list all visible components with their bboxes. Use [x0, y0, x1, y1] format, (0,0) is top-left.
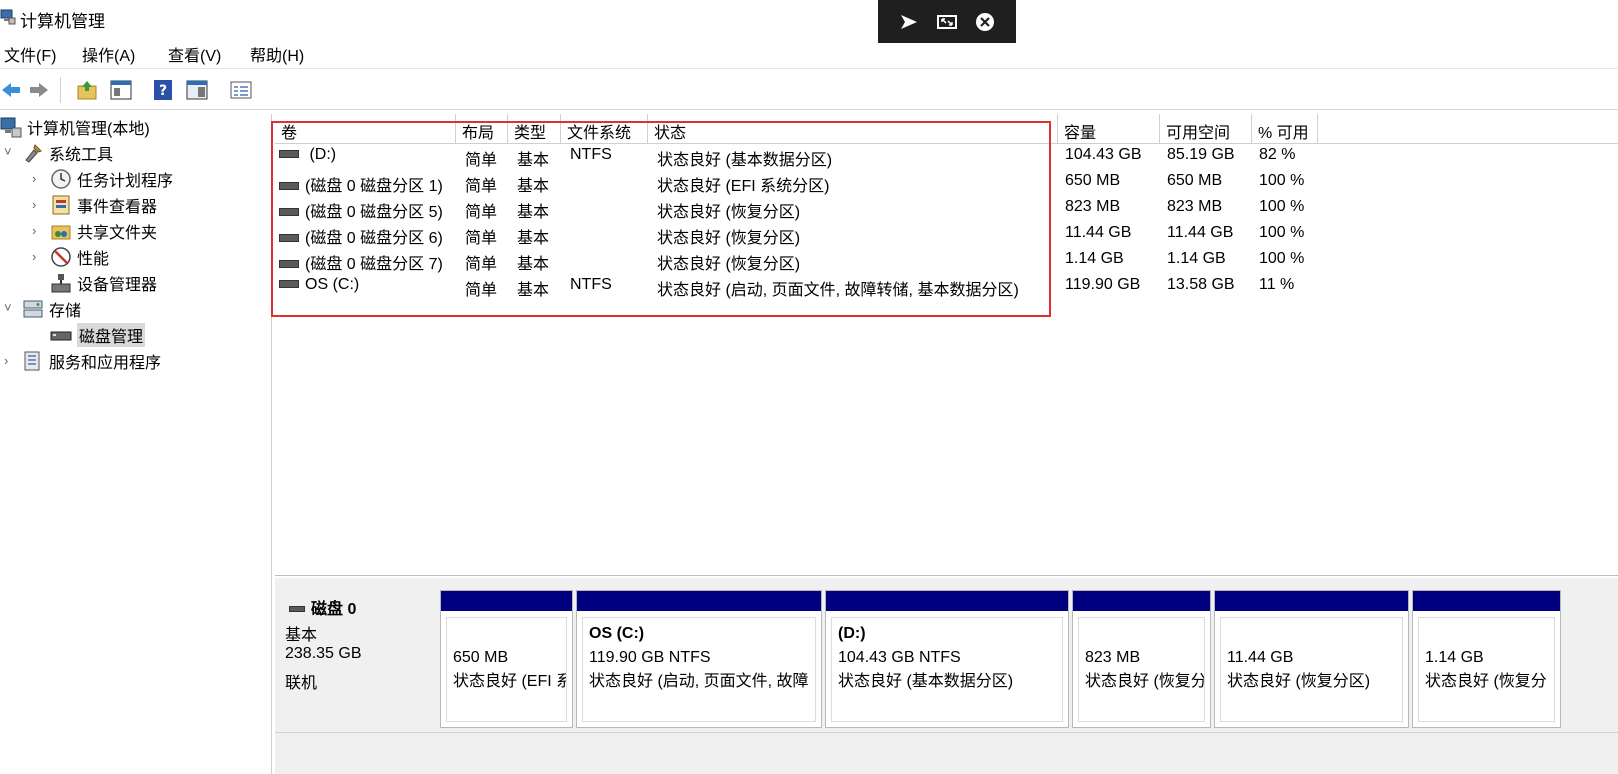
tree-item-task-scheduler[interactable]: 任务计划程序	[50, 166, 173, 192]
column-header-filesystem[interactable]: 文件系统	[561, 114, 648, 144]
table-row[interactable]: (磁盘 0 磁盘分区 6) 简单 基本 状态良好 (恢复分区) 11.44 GB…	[275, 224, 1318, 250]
device-manager-icon	[51, 274, 71, 293]
drive-icon	[279, 259, 299, 268]
drive-icon	[279, 149, 299, 158]
table-row[interactable]: (磁盘 0 磁盘分区 7) 简单 基本 状态良好 (恢复分区) 1.14 GB …	[275, 250, 1318, 276]
menu-file[interactable]: 文件(F)	[4, 42, 56, 66]
disk-type: 基本	[285, 627, 318, 644]
expand-chevron[interactable]: ›	[32, 171, 36, 186]
table-row[interactable]: (D:) 简单 基本 NTFS 状态良好 (基本数据分区) 104.43 GB …	[275, 146, 1318, 172]
disk-map-bottom	[275, 732, 1618, 774]
partition-bar	[577, 591, 821, 611]
disk-status: 联机	[285, 675, 318, 692]
tree-item-device-manager[interactable]: 设备管理器	[50, 270, 157, 296]
tree-item-storage[interactable]: 存储	[22, 296, 81, 322]
column-header-empty	[1318, 114, 1618, 144]
drive-icon	[279, 207, 299, 216]
services-icon	[24, 351, 40, 371]
help-icon[interactable]: ?	[152, 79, 174, 101]
partition-os-c[interactable]: OS (C:) 119.90 GB NTFS 状态良好 (启动, 页面文件, 故…	[576, 590, 822, 728]
partition-recovery-6[interactable]: 11.44 GB 状态良好 (恢复分区)	[1214, 590, 1409, 728]
disk-icon	[289, 605, 305, 612]
tree-item-event-viewer[interactable]: 事件查看器	[50, 192, 157, 218]
menu-action[interactable]: 操作(A)	[82, 42, 135, 66]
partition-recovery-7[interactable]: 1.14 GB 状态良好 (恢复分	[1412, 590, 1561, 728]
window-title: 计算机管理	[20, 12, 105, 31]
partition-bar	[441, 591, 572, 611]
column-header-free-space[interactable]: 可用空间	[1160, 114, 1252, 144]
show-hide-tree-icon[interactable]	[110, 79, 132, 101]
menu-view[interactable]: 查看(V)	[168, 42, 221, 66]
column-header-type[interactable]: 类型	[508, 114, 561, 144]
tree-item-disk-management[interactable]: 磁盘管理	[50, 322, 146, 348]
toolbar-separator	[60, 77, 61, 103]
disk-info[interactable]: 磁盘 0 基本 238.35 GB 联机	[283, 581, 435, 731]
menu-help[interactable]: 帮助(H)	[250, 42, 304, 66]
disk-management-icon	[50, 331, 72, 341]
column-header-volume[interactable]: 卷	[275, 114, 456, 144]
partition-bar	[1215, 591, 1408, 611]
clock-icon	[51, 169, 71, 189]
computer-icon	[0, 117, 22, 138]
expand-chevron[interactable]: ›	[32, 223, 36, 238]
disk-size: 238.35 GB	[285, 645, 362, 662]
tree-item-performance[interactable]: 性能	[50, 244, 109, 270]
expand-chevron[interactable]: ›	[32, 197, 36, 212]
tree-root-label: 计算机管理(本地)	[27, 121, 150, 138]
drive-icon	[279, 279, 299, 288]
tools-icon	[25, 144, 42, 163]
tree-item-system-tools[interactable]: 系统工具	[22, 140, 113, 166]
tree-root[interactable]: 计算机管理(本地)	[0, 114, 150, 140]
partition-bar	[826, 591, 1068, 611]
expand-chevron[interactable]: ›	[4, 353, 8, 368]
table-row[interactable]: (磁盘 0 磁盘分区 5) 简单 基本 状态良好 (恢复分区) 823 MB 8…	[275, 198, 1318, 224]
expand-chevron[interactable]: ›	[32, 249, 36, 264]
toolbar: ?	[0, 68, 1618, 110]
table-row[interactable]: OS (C:) 简单 基本 NTFS 状态良好 (启动, 页面文件, 故障转储,…	[275, 276, 1318, 302]
tree-item-shared-folders[interactable]: 共享文件夹	[50, 218, 157, 244]
properties-icon[interactable]	[230, 79, 252, 101]
expand-chevron[interactable]: ˅	[4, 144, 12, 159]
partition-efi[interactable]: 650 MB 状态良好 (EFI 系	[440, 590, 573, 728]
title-bar: 计算机管理	[0, 0, 1618, 36]
storage-icon	[23, 300, 43, 318]
menu-bar: 文件(F) 操作(A) 查看(V) 帮助(H)	[0, 36, 1618, 68]
column-header-percent-free[interactable]: % 可用	[1252, 114, 1318, 144]
event-viewer-icon	[52, 195, 70, 215]
panel-icon[interactable]	[186, 79, 208, 101]
close-icon[interactable]	[974, 11, 996, 33]
partition-d[interactable]: (D:) 104.43 GB NTFS 状态良好 (基本数据分区)	[825, 590, 1069, 728]
column-header-layout[interactable]: 布局	[456, 114, 508, 144]
pin-icon[interactable]	[898, 11, 920, 33]
tree-item-services-applications[interactable]: 服务和应用程序	[22, 348, 161, 374]
partition-bar	[1073, 591, 1210, 611]
volume-list: 卷 布局 类型 文件系统 状态 容量 可用空间 % 可用 (D:) 简单 基本 …	[275, 114, 1618, 576]
navigation-tree: 计算机管理(本地) ˅ 系统工具 › 任务计划程序 › 事件查看器 › 共享文件…	[0, 114, 272, 774]
back-arrow-icon[interactable]	[0, 79, 22, 101]
expand-chevron[interactable]: ˅	[4, 300, 12, 315]
up-folder-icon[interactable]	[76, 79, 98, 101]
partition-bar	[1413, 591, 1560, 611]
svg-text:?: ?	[159, 83, 167, 99]
drive-icon	[279, 233, 299, 242]
table-row[interactable]: (磁盘 0 磁盘分区 1) 简单 基本 状态良好 (EFI 系统分区) 650 …	[275, 172, 1318, 198]
restore-window-icon[interactable]	[936, 11, 958, 33]
shared-folder-icon	[51, 225, 71, 240]
performance-icon	[51, 247, 71, 267]
column-header-status[interactable]: 状态	[648, 114, 1058, 144]
disk-map: 磁盘 0 基本 238.35 GB 联机 650 MB 状态良好 (EFI 系 …	[275, 578, 1618, 774]
disk-name: 磁盘 0	[311, 601, 357, 618]
column-header-capacity[interactable]: 容量	[1058, 114, 1160, 144]
computer-management-icon	[0, 9, 16, 25]
drive-icon	[279, 181, 299, 190]
partition-recovery-5[interactable]: 823 MB 状态良好 (恢复分	[1072, 590, 1211, 728]
forward-arrow-icon[interactable]	[28, 79, 50, 101]
